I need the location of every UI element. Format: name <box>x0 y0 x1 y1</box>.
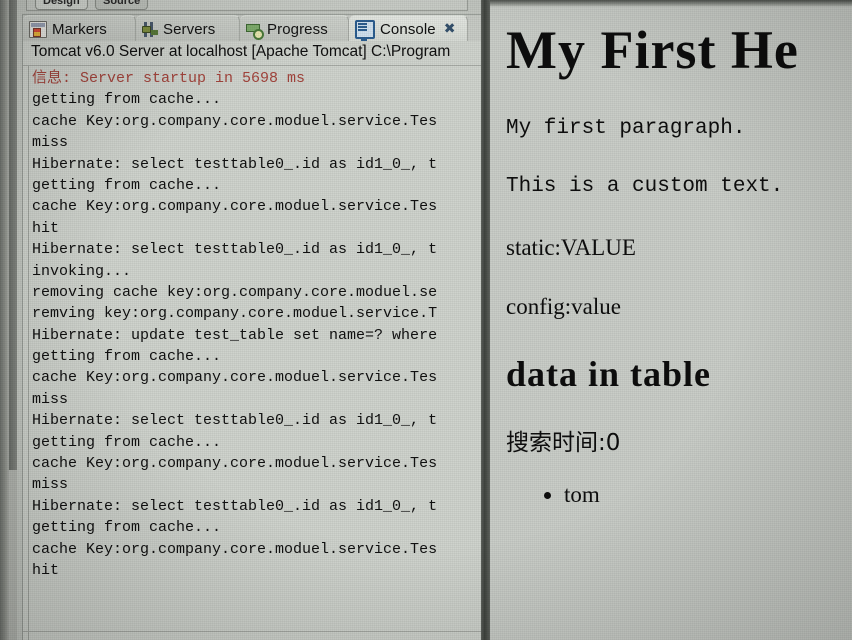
console-log-line: 信息: Server startup in 5698 ms <box>32 70 306 87</box>
eclipse-ide-pane: Design Source Markers Servers Progress C… <box>0 0 487 640</box>
console-log-line: cache Key:org.company.core.moduel.servic… <box>32 540 438 558</box>
tab-progress[interactable]: Progress <box>240 15 349 42</box>
console-log-line: cache Key:org.company.core.moduel.servic… <box>32 369 438 387</box>
view-tabbar: Markers Servers Progress Console ✖ <box>22 14 485 42</box>
page-result-list: tom <box>506 483 852 506</box>
console-left-rule <box>28 66 29 640</box>
console-log-line: Hibernate: select testtable0_.id as id1_… <box>32 155 438 173</box>
page-search-time: 搜索时间:0 <box>506 430 621 456</box>
browser-top-shadow <box>490 0 852 7</box>
window-left-scrollbar-shadow[interactable] <box>9 0 17 470</box>
console-title: Tomcat v6.0 Server at localhost [Apache … <box>31 43 451 60</box>
console-log-line: getting from cache... <box>32 176 222 194</box>
console-log-line: removing cache key:org.company.core.modu… <box>32 283 438 301</box>
editor-tab-design-label: Design <box>43 0 80 7</box>
markers-icon <box>29 20 47 38</box>
editor-tab-design[interactable]: Design <box>35 0 88 10</box>
console-log-line: cache Key:org.company.core.moduel.servic… <box>32 198 438 216</box>
close-icon[interactable]: ✖ <box>444 22 456 36</box>
tab-progress-label: Progress <box>267 20 328 38</box>
window-left-edge <box>0 0 9 640</box>
console-output[interactable]: 信息: Server startup in 5698 ms getting fro… <box>32 68 484 581</box>
editor-tab-source-label: Source <box>103 0 141 7</box>
console-log-line: hit <box>32 219 60 237</box>
console-log-line: miss <box>32 390 69 408</box>
console-log-line: getting from cache... <box>32 433 222 451</box>
screenshot-root: Design Source Markers Servers Progress C… <box>0 0 852 640</box>
console-log-line: cache Key:org.company.core.moduel.servic… <box>32 455 438 473</box>
page-config-value: config:value <box>506 294 621 319</box>
page-table-heading: data in table <box>506 354 712 394</box>
console-log-line: getting from cache... <box>32 91 222 109</box>
console-log-line: Hibernate: update test_table set name=? … <box>32 326 438 344</box>
editor-tabstrip: Design Source <box>26 0 468 11</box>
progress-icon <box>246 22 264 40</box>
console-log-line: getting from cache... <box>32 519 222 537</box>
console-log-line: miss <box>32 134 69 152</box>
editor-tab-source[interactable]: Source <box>95 0 149 10</box>
console-title-divider <box>23 65 484 66</box>
pane-divider[interactable] <box>481 0 490 640</box>
console-log-line: miss <box>32 476 69 494</box>
console-log-line: Hibernate: select testtable0_.id as id1_… <box>32 497 438 515</box>
console-log-line: remving key:org.company.core.moduel.serv… <box>32 305 438 323</box>
page-heading: My First He <box>506 20 799 80</box>
console-log-line: Hibernate: select testtable0_.id as id1_… <box>32 241 438 259</box>
console-bottom-divider <box>23 631 484 632</box>
tab-servers-label: Servers <box>163 20 216 38</box>
console-icon <box>355 19 375 42</box>
console-log-line: hit <box>32 561 60 579</box>
tab-console-label: Console <box>380 20 436 38</box>
list-item: tom <box>564 483 852 506</box>
page-paragraph-2: This is a custom text. <box>506 175 784 198</box>
page-static-value: static:VALUE <box>506 235 636 260</box>
console-log-line: invoking... <box>32 262 132 280</box>
tab-markers-label: Markers <box>52 20 107 38</box>
browser-pane: My First He My first paragraph. This is … <box>490 0 852 640</box>
console-log-line: cache Key:org.company.core.moduel.servic… <box>32 112 438 130</box>
window-left-edge-lower <box>9 470 17 640</box>
tab-servers[interactable]: Servers <box>136 15 240 42</box>
tab-markers[interactable]: Markers <box>23 15 136 42</box>
servers-icon <box>142 21 158 37</box>
console-view: Tomcat v6.0 Server at localhost [Apache … <box>22 41 484 640</box>
browser-page-content: My First He My first paragraph. This is … <box>506 7 852 506</box>
tab-console[interactable]: Console ✖ <box>349 15 468 42</box>
page-paragraph-1: My first paragraph. <box>506 117 746 140</box>
console-log-line: getting from cache... <box>32 348 222 366</box>
console-log-line: Hibernate: select testtable0_.id as id1_… <box>32 412 438 430</box>
